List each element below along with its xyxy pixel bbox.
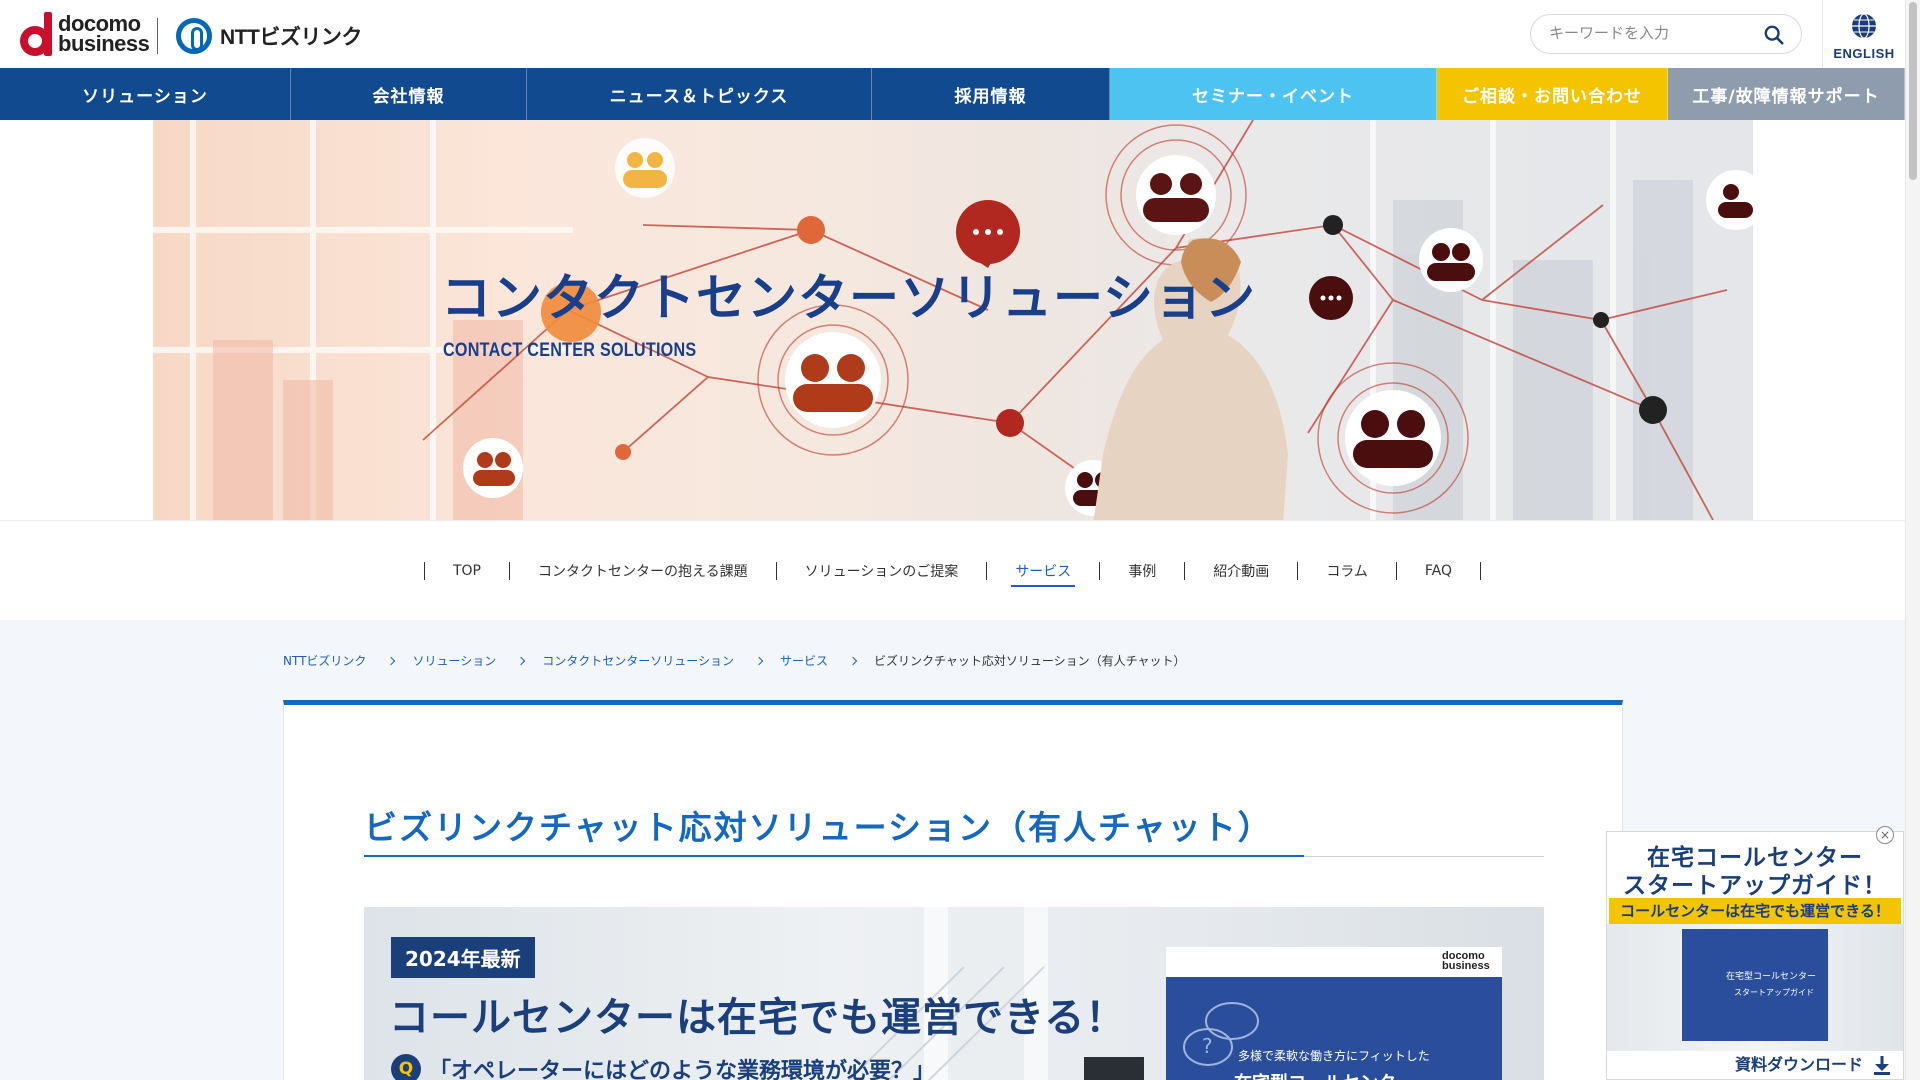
gnav-seminar-event[interactable]: セミナー・イベント: [1110, 68, 1437, 120]
hero-title: コンタクトセンターソリューション: [441, 269, 1256, 327]
hero-image: コンタクトセンターソリューション CONTACT CENTER SOLUTION…: [153, 120, 1753, 520]
scrollbar-thumb[interactable]: [1909, 2, 1917, 180]
ad-photo: 在宅型コールセンター スタートアップガイド: [1607, 924, 1903, 1054]
gnav-support[interactable]: 工事/故障情報サポート: [1668, 68, 1905, 120]
docomo-d-icon: [20, 12, 54, 56]
guide-book-cover: docomo business ? 多様で柔軟な働き方にフィットした 在宅型コー…: [1166, 947, 1502, 1080]
ntt-bizlink-logo[interactable]: NTTビズリンク: [176, 18, 362, 54]
gnav-recruit[interactable]: 採用情報: [872, 68, 1110, 120]
banner-heading: コールセンターは在宅でも運営できる！: [389, 995, 1127, 1041]
breadcrumb-current: ビズリンクチャット応対ソリューション（有人チャット）: [873, 654, 1186, 668]
book-subtitle: 多様で柔軟な働き方にフィットした: [1238, 1049, 1430, 1063]
gnav-solutions[interactable]: ソリューション: [0, 68, 291, 120]
banner-badge: 2024年最新: [391, 937, 535, 978]
globe-icon: [1852, 13, 1876, 39]
lnav-top[interactable]: TOP: [425, 552, 509, 590]
svg-text:?: ?: [1202, 1034, 1213, 1058]
breadcrumb: NTTビズリンク ソリューション コンタクトセンターソリューション サービス ビ…: [283, 652, 1186, 669]
floating-guide-ad[interactable]: 在宅コールセンター スタートアップガイド！ コールセンターは在宅でも運営できる！…: [1606, 831, 1904, 1080]
gnav-company[interactable]: 会社情報: [291, 68, 527, 120]
chevron-right-icon: [387, 656, 396, 665]
lnav-divider: [1480, 561, 1482, 580]
close-icon[interactable]: ×: [1876, 826, 1894, 844]
lnav-videos[interactable]: 紹介動画: [1185, 552, 1297, 590]
lnav-proposals[interactable]: ソリューションのご提案: [777, 552, 987, 590]
page-scrollbar[interactable]: [1905, 0, 1920, 1080]
site-header: docomo business NTTビズリンク ENGLISH: [0, 0, 1905, 68]
english-link[interactable]: ENGLISH: [1822, 0, 1905, 68]
search-box: [1530, 14, 1802, 54]
chevron-right-icon: [516, 656, 526, 665]
lnav-faq[interactable]: FAQ: [1397, 552, 1480, 590]
lnav-cases[interactable]: 事例: [1100, 552, 1184, 590]
banner-question: Q 「オペレーターにはどのような業務環境が必要？」: [391, 1053, 935, 1080]
global-nav: ソリューション 会社情報 ニュース＆トピックス 採用情報 セミナー・イベント ご…: [0, 68, 1905, 120]
ad-book-title: 在宅型コールセンター: [1726, 972, 1817, 982]
guide-banner[interactable]: 2024年最新 コールセンターは在宅でも運営できる！ Q 「オペレーターにはどの…: [364, 907, 1544, 1080]
lnav-columns[interactable]: コラム: [1298, 552, 1396, 590]
local-nav: TOP コンタクトセンターの抱える課題 ソリューションのご提案 サービス 事例 …: [0, 520, 1905, 620]
breadcrumb-link-home[interactable]: NTTビズリンク: [283, 652, 366, 669]
book-title: 在宅型コールセンター: [1234, 1069, 1414, 1080]
banner-question-text: 「オペレーターにはどのような業務環境が必要？」: [429, 1059, 936, 1080]
ad-strip: コールセンターは在宅でも運営できる！: [1609, 898, 1901, 924]
ad-book-subtitle: スタートアップガイド: [1734, 988, 1814, 997]
ntt-mark-icon: [176, 18, 212, 54]
chevron-right-icon: [754, 656, 764, 665]
hero-section: コンタクトセンターソリューション CONTACT CENTER SOLUTION…: [0, 120, 1905, 520]
breadcrumb-link-solutions[interactable]: ソリューション: [412, 652, 496, 669]
download-icon: [1874, 1056, 1890, 1075]
question-badge-icon: Q: [391, 1054, 421, 1080]
search-icon[interactable]: [1763, 24, 1785, 46]
page-title: ビズリンクチャット応対ソリューション（有人チャット）: [364, 808, 1273, 847]
ad-download-link[interactable]: 資料ダウンロード: [1607, 1051, 1903, 1079]
search-input[interactable]: [1549, 24, 1749, 42]
breadcrumb-link-contact-center[interactable]: コンタクトセンターソリューション: [542, 652, 734, 669]
hero-subtitle: CONTACT CENTER SOLUTIONS: [443, 340, 697, 361]
docomo-business-logo[interactable]: docomo business: [20, 11, 150, 56]
gnav-contact[interactable]: ご相談・お問い合わせ: [1437, 68, 1668, 120]
ad-book-cover: 在宅型コールセンター スタートアップガイド: [1682, 929, 1828, 1041]
docomo-business-wordmark: docomo business: [58, 11, 150, 56]
gnav-news-topics[interactable]: ニュース＆トピックス: [527, 68, 872, 120]
book-docomo-logo: docomo business: [1442, 950, 1490, 972]
chevron-right-icon: [848, 656, 858, 665]
ad-title-line2: スタートアップガイド！: [1623, 873, 1887, 899]
lnav-challenges[interactable]: コンタクトセンターの抱える課題: [510, 552, 776, 590]
breadcrumb-link-services[interactable]: サービス: [780, 652, 828, 669]
lnav-services[interactable]: サービス: [987, 552, 1099, 590]
ntt-bizlink-wordmark: NTTビズリンク: [220, 26, 362, 49]
english-label: ENGLISH: [1833, 46, 1895, 61]
main-card: ビズリンクチャット応対ソリューション（有人チャット） 2024年最新 コールセン…: [283, 700, 1623, 1080]
title-underline: [364, 855, 1304, 857]
logo-divider: [157, 18, 158, 54]
